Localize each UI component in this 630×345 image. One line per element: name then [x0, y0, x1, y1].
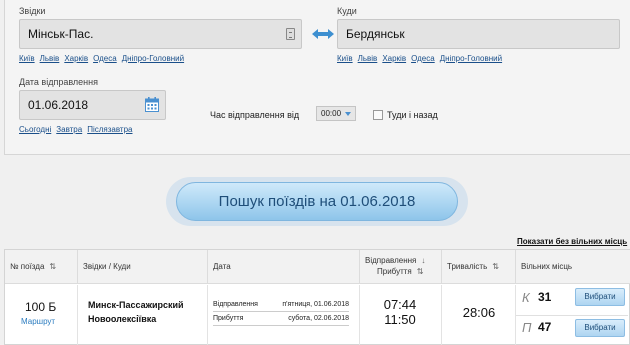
roundtrip-checkbox[interactable] [373, 110, 383, 120]
seat-count-p: 47 [538, 320, 552, 334]
header-seats: Вільних місць [516, 250, 630, 284]
date-quick-today[interactable]: Сьогодні [19, 125, 51, 134]
sort-down-icon[interactable]: ↓ [421, 255, 425, 266]
cell-duration: 28:06 [442, 285, 516, 345]
train-number: 100 Б [25, 300, 57, 314]
header-seats-label: Вільних місць [521, 262, 573, 271]
arrival-label: Прибуття [213, 315, 244, 322]
table-header: № поїзда ⇅ Звідки / Куди Дата Відправленн… [5, 250, 630, 284]
date-quick-day-after[interactable]: Післязавтра [87, 125, 132, 134]
arrival-date-line: Прибуття субота, 02.06.2018 [213, 315, 349, 326]
from-quick-kyiv[interactable]: Київ [19, 54, 35, 63]
date-quick-links: Сьогодні Завтра Післязавтра [19, 125, 137, 134]
roundtrip-label: Туди і назад [387, 110, 438, 120]
swap-arrows-icon[interactable] [310, 26, 336, 42]
to-label: Куди [337, 6, 357, 16]
sort-icon[interactable]: ⇅ [492, 250, 499, 284]
calendar-icon[interactable] [145, 97, 159, 112]
date-quick-tomorrow[interactable]: Завтра [56, 125, 82, 134]
cell-route: Минск-Пассажирский Новоолексіївка [78, 285, 208, 345]
seat-count-k: 31 [538, 290, 552, 304]
seat-type-p: П [522, 320, 532, 335]
cell-seats: К 31 Вибрати П 47 Вибрати [516, 285, 630, 345]
from-input[interactable]: Мінськ-Пас. [19, 19, 302, 49]
to-input[interactable]: Бердянськ [337, 19, 620, 49]
departure-date: п'ятниця, 01.06.2018 [282, 301, 349, 308]
to-quick-odesa[interactable]: Одеса [411, 54, 435, 63]
show-without-seats-link[interactable]: Показати без вільних місць [517, 237, 627, 246]
from-quick-lviv[interactable]: Львів [40, 54, 60, 63]
to-quick-kyiv[interactable]: Київ [337, 54, 353, 63]
to-value: Бердянськ [346, 27, 405, 41]
from-station: Минск-Пассажирский [88, 300, 184, 310]
from-value: Мінськ-Пас. [28, 27, 94, 41]
header-route: Звідки / Куди [78, 250, 208, 284]
date-value: 01.06.2018 [28, 98, 89, 112]
from-quick-kharkiv[interactable]: Харків [64, 54, 88, 63]
from-label: Звідки [19, 6, 46, 16]
seat-type-k: К [522, 290, 530, 305]
route-link[interactable]: Маршрут [21, 317, 55, 326]
to-quick-kharkiv[interactable]: Харків [382, 54, 406, 63]
from-quick-links: Київ Львів Харків Одеса Дніпро-Головний [19, 54, 189, 63]
seats-divider [516, 315, 628, 316]
search-trains-button[interactable]: Пошук поїздів на 01.06.2018 [176, 182, 458, 221]
search-panel: Звідки Мінськ-Пас. Київ Львів Харків Одеса Д… [4, 0, 630, 155]
header-train-no-label: № поїзда [10, 262, 45, 271]
chevron-down-icon [345, 112, 351, 116]
time-value: 00:00 [321, 109, 342, 118]
to-station: Новоолексіївка [88, 314, 157, 324]
time-select[interactable]: 00:00 [316, 106, 356, 121]
departure-label: Відправлення [213, 301, 258, 308]
keyboard-icon[interactable] [286, 28, 295, 40]
header-duration-label: Тривалість [447, 262, 488, 271]
header-dep-arr[interactable]: Відправлення ↓ Прибуття ⇅ [360, 250, 442, 284]
time-label: Час відправлення від [210, 110, 300, 120]
departure-date-line: Відправлення п'ятниця, 01.06.2018 [213, 301, 349, 312]
header-date: Дата [208, 250, 360, 284]
search-button-halo: Пошук поїздів на 01.06.2018 [166, 177, 468, 226]
choose-button-k[interactable]: Вибрати [575, 288, 625, 306]
from-quick-dnipro[interactable]: Дніпро-Головний [122, 54, 184, 63]
header-train-no[interactable]: № поїзда ⇅ [5, 250, 78, 284]
to-quick-dnipro[interactable]: Дніпро-Головний [440, 54, 502, 63]
departure-time: 07:44 [383, 297, 417, 312]
sort-icon[interactable]: ⇅ [417, 266, 424, 277]
date-input[interactable]: 01.06.2018 [19, 90, 166, 120]
cell-times: 07:44 11:50 [360, 285, 442, 345]
header-duration[interactable]: Тривалість ⇅ [442, 250, 516, 284]
header-dep-label: Відправлення ↓ [365, 255, 426, 266]
sort-icon[interactable]: ⇅ [49, 250, 56, 284]
arrival-time: 11:50 [384, 312, 416, 327]
from-quick-odesa[interactable]: Одеса [93, 54, 117, 63]
choose-button-p[interactable]: Вибрати [575, 319, 625, 337]
header-route-label: Звідки / Куди [83, 262, 131, 271]
date-label: Дата відправлення [19, 77, 98, 87]
header-arr-label: Прибуття ⇅ [377, 266, 424, 277]
to-quick-links: Київ Львів Харків Одеса Дніпро-Головний [337, 54, 507, 63]
arrival-date: субота, 02.06.2018 [288, 315, 349, 322]
results-table: № поїзда ⇅ Звідки / Куди Дата Відправленн… [4, 249, 630, 345]
cell-dates: Відправлення п'ятниця, 01.06.2018 Прибут… [208, 285, 360, 345]
cell-train-no: 100 Б Маршрут [5, 285, 78, 345]
to-quick-lviv[interactable]: Львів [358, 54, 378, 63]
duration-value: 28:06 [462, 305, 496, 320]
header-date-label: Дата [213, 262, 231, 271]
